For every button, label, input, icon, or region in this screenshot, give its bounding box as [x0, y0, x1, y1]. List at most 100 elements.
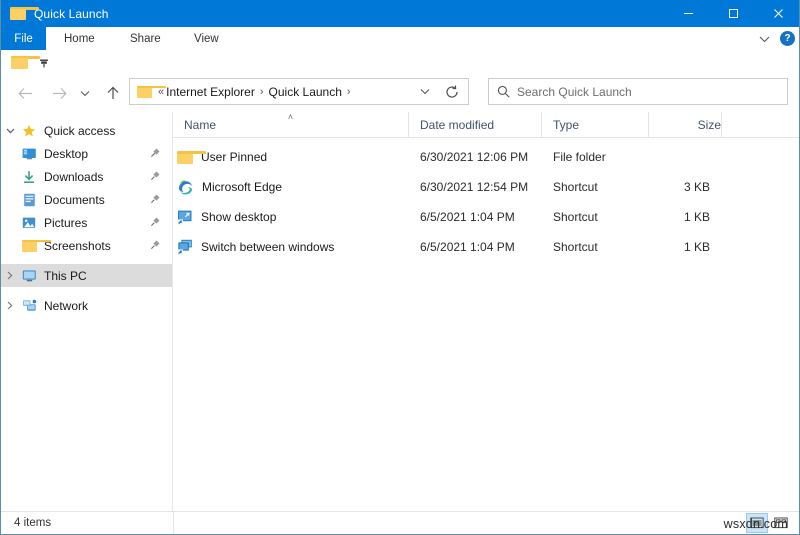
pictures-icon — [19, 216, 39, 230]
sidebar-item-quick-access[interactable]: Quick access — [1, 119, 172, 142]
column-label-name: Name — [184, 117, 217, 132]
file-size: 1 KB — [683, 210, 710, 224]
pin-icon-screenshots[interactable] — [150, 239, 161, 253]
sidebar-label-downloads: Downloads — [44, 169, 104, 184]
this-pc-icon — [19, 269, 39, 283]
main-area: Quick access Desktop Downloads Documents… — [1, 112, 799, 512]
up-button[interactable] — [100, 80, 126, 106]
sidebar-item-downloads[interactable]: Downloads — [1, 165, 172, 188]
pin-icon-downloads[interactable] — [150, 170, 161, 184]
edge-icon — [177, 179, 194, 196]
expand-ribbon-chevron-down-icon[interactable] — [759, 30, 770, 48]
table-row[interactable]: Microsoft Edge 6/30/2021 12:54 PM Shortc… — [173, 172, 799, 202]
qat-customize-toolbar-icon[interactable] — [38, 57, 49, 68]
file-name-cell: Microsoft Edge — [173, 179, 409, 196]
column-label-date-modified: Date modified — [420, 117, 495, 132]
sort-ascending-caret-icon: ˄ — [287, 112, 294, 122]
network-icon — [19, 299, 39, 313]
sidebar-label-pictures: Pictures — [44, 215, 88, 230]
sidebar-label-network: Network — [44, 298, 89, 313]
sidebar-label-screenshots: Screenshots — [44, 238, 111, 253]
large-icons-view-icon[interactable] — [770, 513, 792, 533]
file-date: 6/30/2021 12:54 PM — [420, 180, 529, 194]
sidebar-item-this-pc[interactable]: This PC — [1, 264, 172, 287]
ribbon-tab-strip: File Home Share View ? — [1, 27, 799, 51]
show-desktop-icon — [177, 209, 193, 225]
file-name: Switch between windows — [201, 240, 335, 254]
qat-folder-icon[interactable] — [11, 55, 40, 69]
sidebar-item-screenshots[interactable]: Screenshots — [1, 234, 172, 257]
breadcrumb-item-internet-explorer[interactable]: Internet Explorer — [166, 85, 255, 99]
view-mode-buttons — [746, 512, 792, 534]
column-header-date-modified[interactable]: Date modified — [409, 112, 542, 137]
tab-view[interactable]: View — [183, 27, 230, 50]
file-date: 6/5/2021 1:04 PM — [420, 240, 515, 254]
sidebar-label-quick-access: Quick access — [44, 123, 116, 138]
column-label-type: Type — [553, 117, 580, 132]
search-icon — [489, 85, 517, 98]
file-type: Shortcut — [553, 210, 598, 224]
file-date: 6/30/2021 12:06 PM — [420, 150, 529, 164]
forward-button[interactable] — [46, 80, 72, 106]
quick-access-toolbar — [1, 50, 799, 75]
file-size: 1 KB — [683, 240, 710, 254]
sidebar-item-network[interactable]: Network — [1, 294, 172, 317]
address-history-chevron-down-icon[interactable] — [413, 80, 437, 104]
ribbon-right-controls: ? — [759, 27, 795, 50]
breadcrumb-separator-1[interactable]: › — [260, 86, 264, 98]
table-row[interactable]: Switch between windows 6/5/2021 1:04 PM … — [173, 232, 799, 262]
file-date: 6/5/2021 1:04 PM — [420, 210, 515, 224]
file-list-pane: ˄ Name Date modified Type Size User Pinn… — [173, 112, 799, 512]
breadcrumb: « Internet Explorer › Quick Launch › — [158, 85, 356, 99]
table-row[interactable]: Show desktop 6/5/2021 1:04 PM Shortcut 1… — [173, 202, 799, 232]
sidebar-label-this-pc: This PC — [44, 268, 87, 283]
pin-icon-documents[interactable] — [150, 193, 161, 207]
quick-access-expander-chevron-down-icon[interactable] — [1, 128, 19, 134]
pin-icon-desktop[interactable] — [150, 147, 161, 161]
folder-icon — [177, 150, 206, 165]
tab-share[interactable]: Share — [119, 27, 172, 50]
column-headers: ˄ Name Date modified Type Size — [173, 112, 799, 138]
maximize-button[interactable] — [711, 0, 756, 27]
pin-icon-pictures[interactable] — [150, 216, 161, 230]
address-folder-icon — [137, 85, 166, 98]
navigation-pane: Quick access Desktop Downloads Documents… — [1, 112, 173, 512]
close-button[interactable] — [756, 0, 799, 27]
file-name-cell: Switch between windows — [173, 239, 409, 255]
column-header-type[interactable]: Type — [542, 112, 649, 137]
file-explorer-window: Quick Launch File Home Share View ? « In… — [0, 0, 800, 535]
refresh-icon[interactable] — [440, 80, 464, 104]
documents-icon — [19, 193, 39, 207]
window-title: Quick Launch — [34, 6, 109, 21]
recent-locations-chevron-down-icon[interactable] — [76, 80, 94, 106]
sidebar-label-documents: Documents — [44, 192, 105, 207]
title-bar[interactable]: Quick Launch — [1, 0, 799, 27]
details-view-icon[interactable] — [746, 513, 768, 533]
help-question-icon[interactable]: ? — [780, 31, 795, 46]
tab-file[interactable]: File — [1, 27, 46, 50]
item-count-label: 4 items — [14, 517, 52, 529]
breadcrumb-separator-2[interactable]: › — [347, 86, 351, 98]
network-expander-chevron-right-icon[interactable] — [1, 301, 19, 310]
column-header-name[interactable]: ˄ Name — [173, 112, 409, 137]
minimize-button[interactable] — [666, 0, 711, 27]
sidebar-item-desktop[interactable]: Desktop — [1, 142, 172, 165]
column-header-size[interactable]: Size — [649, 112, 722, 137]
search-input[interactable]: Search Quick Launch — [517, 85, 632, 99]
window-folder-icon — [10, 6, 39, 21]
star-icon — [19, 124, 39, 138]
sidebar-item-documents[interactable]: Documents — [1, 188, 172, 211]
search-box[interactable]: Search Quick Launch — [488, 78, 788, 105]
address-bar[interactable]: « Internet Explorer › Quick Launch › — [129, 78, 469, 105]
column-label-size: Size — [697, 117, 721, 132]
address-bar-controls — [413, 79, 464, 104]
file-type: File folder — [553, 150, 606, 164]
tab-home[interactable]: Home — [53, 27, 106, 50]
file-name-cell: Show desktop — [173, 209, 409, 225]
desktop-icon — [19, 147, 39, 161]
sidebar-item-pictures[interactable]: Pictures — [1, 211, 172, 234]
back-button[interactable] — [12, 80, 38, 106]
breadcrumb-item-quick-launch[interactable]: Quick Launch — [269, 85, 342, 99]
this-pc-expander-chevron-right-icon[interactable] — [1, 271, 19, 280]
table-row[interactable]: User Pinned 6/30/2021 12:06 PM File fold… — [173, 142, 799, 172]
